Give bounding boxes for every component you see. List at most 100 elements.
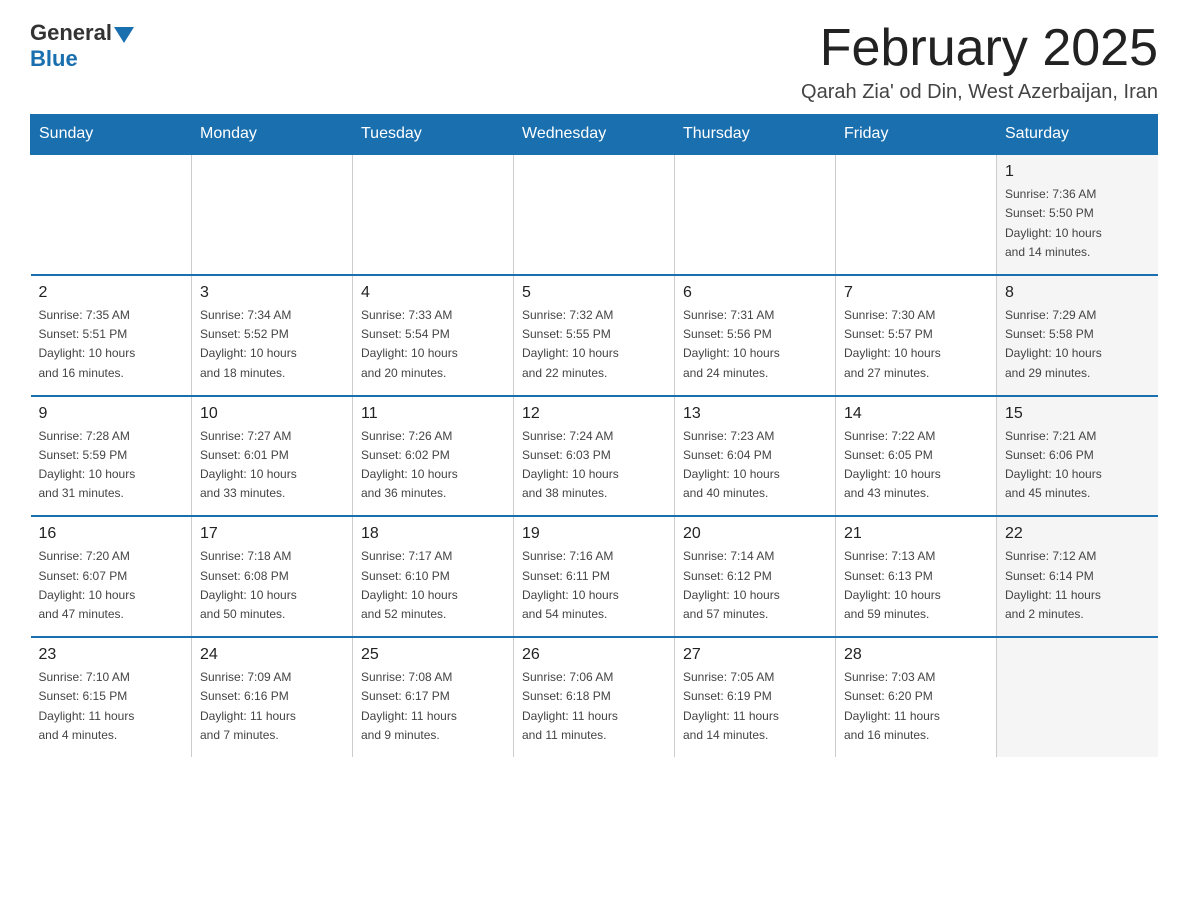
logo-blue-text: Blue [30, 46, 78, 72]
calendar-week-row: 9 Sunrise: 7:28 AMSunset: 5:59 PMDaylight… [31, 396, 1158, 517]
calendar-cell: 28 Sunrise: 7:03 AMSunset: 6:20 PMDayligh… [836, 637, 997, 757]
day-number: 2 [39, 284, 184, 302]
day-info: Sunrise: 7:29 AMSunset: 5:58 PMDaylight:… [1005, 306, 1150, 383]
day-number: 26 [522, 646, 666, 664]
calendar-cell: 15 Sunrise: 7:21 AMSunset: 6:06 PMDayligh… [997, 396, 1158, 517]
day-number: 13 [683, 405, 827, 423]
day-number: 16 [39, 525, 184, 543]
day-number: 1 [1005, 163, 1150, 181]
day-number: 24 [200, 646, 344, 664]
day-number: 27 [683, 646, 827, 664]
day-info: Sunrise: 7:20 AMSunset: 6:07 PMDaylight:… [39, 547, 184, 624]
weekday-header-saturday: Saturday [997, 115, 1158, 155]
day-info: Sunrise: 7:32 AMSunset: 5:55 PMDaylight:… [522, 306, 666, 383]
title-section: February 2025 Qarah Zia' od Din, West Az… [801, 20, 1158, 104]
calendar-cell: 22 Sunrise: 7:12 AMSunset: 6:14 PMDayligh… [997, 516, 1158, 637]
day-number: 12 [522, 405, 666, 423]
day-info: Sunrise: 7:16 AMSunset: 6:11 PMDaylight:… [522, 547, 666, 624]
calendar-cell: 13 Sunrise: 7:23 AMSunset: 6:04 PMDayligh… [675, 396, 836, 517]
day-info: Sunrise: 7:08 AMSunset: 6:17 PMDaylight:… [361, 668, 505, 745]
day-number: 4 [361, 284, 505, 302]
calendar-cell: 24 Sunrise: 7:09 AMSunset: 6:16 PMDayligh… [192, 637, 353, 757]
calendar-table: SundayMondayTuesdayWednesdayThursdayFrid… [30, 114, 1158, 757]
day-info: Sunrise: 7:26 AMSunset: 6:02 PMDaylight:… [361, 427, 505, 504]
calendar-cell [514, 154, 675, 275]
day-info: Sunrise: 7:22 AMSunset: 6:05 PMDaylight:… [844, 427, 988, 504]
day-number: 10 [200, 405, 344, 423]
day-number: 15 [1005, 405, 1150, 423]
calendar-subtitle: Qarah Zia' od Din, West Azerbaijan, Iran [801, 81, 1158, 104]
day-info: Sunrise: 7:23 AMSunset: 6:04 PMDaylight:… [683, 427, 827, 504]
day-number: 23 [39, 646, 184, 664]
calendar-cell: 12 Sunrise: 7:24 AMSunset: 6:03 PMDayligh… [514, 396, 675, 517]
day-info: Sunrise: 7:03 AMSunset: 6:20 PMDaylight:… [844, 668, 988, 745]
calendar-cell: 7 Sunrise: 7:30 AMSunset: 5:57 PMDaylight… [836, 275, 997, 396]
calendar-cell: 1 Sunrise: 7:36 AMSunset: 5:50 PMDaylight… [997, 154, 1158, 275]
calendar-cell [836, 154, 997, 275]
day-info: Sunrise: 7:27 AMSunset: 6:01 PMDaylight:… [200, 427, 344, 504]
day-number: 3 [200, 284, 344, 302]
day-info: Sunrise: 7:10 AMSunset: 6:15 PMDaylight:… [39, 668, 184, 745]
day-info: Sunrise: 7:21 AMSunset: 6:06 PMDaylight:… [1005, 427, 1150, 504]
day-info: Sunrise: 7:34 AMSunset: 5:52 PMDaylight:… [200, 306, 344, 383]
day-info: Sunrise: 7:13 AMSunset: 6:13 PMDaylight:… [844, 547, 988, 624]
day-info: Sunrise: 7:28 AMSunset: 5:59 PMDaylight:… [39, 427, 184, 504]
calendar-cell: 5 Sunrise: 7:32 AMSunset: 5:55 PMDaylight… [514, 275, 675, 396]
weekday-header-sunday: Sunday [31, 115, 192, 155]
logo-triangle-icon [114, 27, 134, 43]
day-number: 17 [200, 525, 344, 543]
day-number: 9 [39, 405, 184, 423]
calendar-cell: 6 Sunrise: 7:31 AMSunset: 5:56 PMDaylight… [675, 275, 836, 396]
calendar-cell [192, 154, 353, 275]
calendar-cell: 8 Sunrise: 7:29 AMSunset: 5:58 PMDaylight… [997, 275, 1158, 396]
day-number: 6 [683, 284, 827, 302]
day-number: 22 [1005, 525, 1150, 543]
day-number: 14 [844, 405, 988, 423]
day-number: 8 [1005, 284, 1150, 302]
calendar-cell: 11 Sunrise: 7:26 AMSunset: 6:02 PMDayligh… [353, 396, 514, 517]
day-info: Sunrise: 7:35 AMSunset: 5:51 PMDaylight:… [39, 306, 184, 383]
day-number: 28 [844, 646, 988, 664]
calendar-cell: 21 Sunrise: 7:13 AMSunset: 6:13 PMDayligh… [836, 516, 997, 637]
day-number: 7 [844, 284, 988, 302]
calendar-cell: 17 Sunrise: 7:18 AMSunset: 6:08 PMDayligh… [192, 516, 353, 637]
day-info: Sunrise: 7:05 AMSunset: 6:19 PMDaylight:… [683, 668, 827, 745]
calendar-cell [675, 154, 836, 275]
day-info: Sunrise: 7:09 AMSunset: 6:16 PMDaylight:… [200, 668, 344, 745]
day-info: Sunrise: 7:18 AMSunset: 6:08 PMDaylight:… [200, 547, 344, 624]
day-info: Sunrise: 7:17 AMSunset: 6:10 PMDaylight:… [361, 547, 505, 624]
calendar-cell: 23 Sunrise: 7:10 AMSunset: 6:15 PMDayligh… [31, 637, 192, 757]
calendar-cell [31, 154, 192, 275]
page-header: General Blue February 2025 Qarah Zia' od… [30, 20, 1158, 104]
logo: General Blue [30, 20, 134, 72]
weekday-header-row: SundayMondayTuesdayWednesdayThursdayFrid… [31, 115, 1158, 155]
day-number: 11 [361, 405, 505, 423]
day-info: Sunrise: 7:06 AMSunset: 6:18 PMDaylight:… [522, 668, 666, 745]
day-info: Sunrise: 7:31 AMSunset: 5:56 PMDaylight:… [683, 306, 827, 383]
calendar-cell: 19Sunrise: 7:16 AMSunset: 6:11 PMDayligh… [514, 516, 675, 637]
day-info: Sunrise: 7:36 AMSunset: 5:50 PMDaylight:… [1005, 185, 1150, 262]
day-info: Sunrise: 7:30 AMSunset: 5:57 PMDaylight:… [844, 306, 988, 383]
day-info: Sunrise: 7:12 AMSunset: 6:14 PMDaylight:… [1005, 547, 1150, 624]
calendar-cell: 20Sunrise: 7:14 AMSunset: 6:12 PMDayligh… [675, 516, 836, 637]
calendar-cell: 16 Sunrise: 7:20 AMSunset: 6:07 PMDayligh… [31, 516, 192, 637]
calendar-title: February 2025 [801, 20, 1158, 77]
calendar-cell: 14 Sunrise: 7:22 AMSunset: 6:05 PMDayligh… [836, 396, 997, 517]
calendar-week-row: 2 Sunrise: 7:35 AMSunset: 5:51 PMDaylight… [31, 275, 1158, 396]
calendar-cell: 25Sunrise: 7:08 AMSunset: 6:17 PMDayligh… [353, 637, 514, 757]
day-info: Sunrise: 7:14 AMSunset: 6:12 PMDaylight:… [683, 547, 827, 624]
day-number: 5 [522, 284, 666, 302]
day-info: Sunrise: 7:24 AMSunset: 6:03 PMDaylight:… [522, 427, 666, 504]
calendar-week-row: 1 Sunrise: 7:36 AMSunset: 5:50 PMDaylight… [31, 154, 1158, 275]
calendar-cell [997, 637, 1158, 757]
calendar-cell: 18 Sunrise: 7:17 AMSunset: 6:10 PMDayligh… [353, 516, 514, 637]
day-info: Sunrise: 7:33 AMSunset: 5:54 PMDaylight:… [361, 306, 505, 383]
calendar-cell: 3 Sunrise: 7:34 AMSunset: 5:52 PMDaylight… [192, 275, 353, 396]
calendar-cell: 26 Sunrise: 7:06 AMSunset: 6:18 PMDayligh… [514, 637, 675, 757]
calendar-cell: 2 Sunrise: 7:35 AMSunset: 5:51 PMDaylight… [31, 275, 192, 396]
day-number: 18 [361, 525, 505, 543]
calendar-cell: 27 Sunrise: 7:05 AMSunset: 6:19 PMDayligh… [675, 637, 836, 757]
day-number: 21 [844, 525, 988, 543]
logo-general-text: General [30, 20, 112, 46]
weekday-header-wednesday: Wednesday [514, 115, 675, 155]
